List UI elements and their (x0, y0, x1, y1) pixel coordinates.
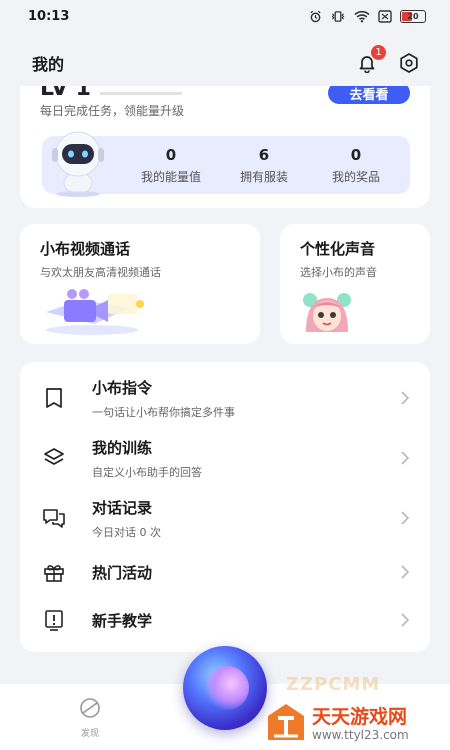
discover-icon (80, 698, 100, 718)
header-actions: 1 (356, 45, 420, 74)
voice-title: 个性化声音 (300, 240, 376, 258)
nav-discover[interactable]: 发现 (70, 696, 110, 739)
gift-icon (44, 565, 64, 582)
menu-item-commands-subtitle: 一句话让小布帮你搞定多件事 (92, 405, 235, 419)
stat-prizes-label: 我的奖品 (331, 170, 380, 184)
menu-item-history-subtitle: 今日对话 0 次 (92, 525, 161, 539)
menu-card: 小布指令 一句话让小布帮你搞定多件事 我的训练 自定义小布助手的回答 对话记录 … (20, 362, 430, 652)
alarm-icon (310, 10, 321, 22)
voice-subtitle: 选择小布的声音 (300, 266, 377, 279)
video-call-subtitle: 与欢太朋友高清视频通话 (40, 266, 161, 279)
stat-energy-label: 我的能量值 (140, 170, 201, 184)
menu-item-events-title: 热门活动 (92, 563, 153, 582)
status-time: 10:13 (28, 8, 70, 24)
tutorial-icon (45, 610, 63, 631)
menu-item-commands-title: 小布指令 (92, 378, 153, 397)
layers-icon (44, 448, 64, 465)
character-avatar-icon (303, 293, 351, 332)
orb-glow (205, 666, 249, 710)
assistant-orb-button[interactable] (183, 646, 267, 730)
stat-outfits[interactable]: 6 拥有服装 (224, 146, 304, 185)
watermark-url: www.ttyl23.com (312, 728, 409, 742)
menu-item-history[interactable]: 对话记录 今日对话 0 次 (20, 490, 430, 546)
stat-energy[interactable]: 0 我的能量值 (131, 146, 211, 185)
stat-prizes-value: 0 (350, 146, 362, 164)
menu-item-commands[interactable]: 小布指令 一句话让小布帮你搞定多件事 (20, 370, 430, 426)
video-call-card[interactable]: 小布视频通话 与欢太朋友高清视频通话 (20, 224, 260, 344)
level-label: LV 1 (40, 86, 91, 101)
watermark-title: 天天游戏网 (312, 706, 408, 728)
chevron-right-icon (401, 613, 410, 627)
menu-item-history-title: 对话记录 (92, 498, 153, 517)
menu-item-training-subtitle: 自定义小布助手的回答 (92, 465, 202, 479)
stat-outfits-label: 拥有服装 (239, 170, 288, 184)
task-subtitle: 每日完成任务，领能量升级 (40, 104, 185, 118)
wifi-icon (354, 10, 370, 22)
chevron-right-icon (401, 451, 410, 465)
vibrate-icon (331, 10, 345, 22)
menu-item-tutorial-title: 新手教学 (92, 611, 153, 630)
settings-hex-icon (400, 53, 418, 73)
bookmark-icon (46, 388, 62, 408)
chevron-right-icon (401, 511, 410, 525)
battery-text: 20 (407, 11, 419, 21)
status-icons: 20 (309, 9, 426, 23)
chevron-right-icon (401, 391, 410, 405)
stat-energy-value: 0 (165, 146, 177, 164)
site-watermark: 天天游戏网 www.ttyl23.com (262, 700, 448, 748)
video-call-title: 小布视频通话 (40, 240, 131, 258)
voice-card[interactable]: 个性化声音 选择小布的声音 (280, 224, 430, 344)
header: 我的 1 (0, 40, 450, 86)
stat-outfits-value: 6 (258, 146, 270, 164)
video-camera-illustration-icon (46, 289, 144, 335)
go-see-button[interactable]: 去看看 (328, 86, 410, 104)
faint-watermark-text: ZZPCMM (286, 674, 381, 695)
menu-item-training-title: 我的训练 (92, 438, 153, 457)
robot-avatar-icon (52, 131, 104, 197)
profile-card: LV 1 去看看 每日完成任务，领能量升级 0 我的能量值 6 拥有服装 0 我… (20, 86, 430, 208)
menu-item-tutorial[interactable]: 新手教学 (20, 592, 430, 648)
battery-icon: 20 (400, 9, 426, 23)
notification-button[interactable]: 1 (356, 45, 386, 74)
sim-icon (378, 9, 392, 23)
notification-badge: 1 (371, 45, 386, 60)
watermark-logo-icon (268, 704, 304, 740)
level-progress-bar (100, 92, 182, 95)
menu-item-training[interactable]: 我的训练 自定义小布助手的回答 (20, 430, 430, 486)
status-bar: 10:13 20 (0, 0, 450, 32)
page-title: 我的 (32, 55, 65, 74)
nav-discover-label: 发现 (80, 729, 99, 739)
chevron-right-icon (401, 565, 410, 579)
stat-prizes[interactable]: 0 我的奖品 (316, 146, 396, 185)
settings-button[interactable] (398, 52, 420, 74)
chat-icon (43, 509, 65, 528)
